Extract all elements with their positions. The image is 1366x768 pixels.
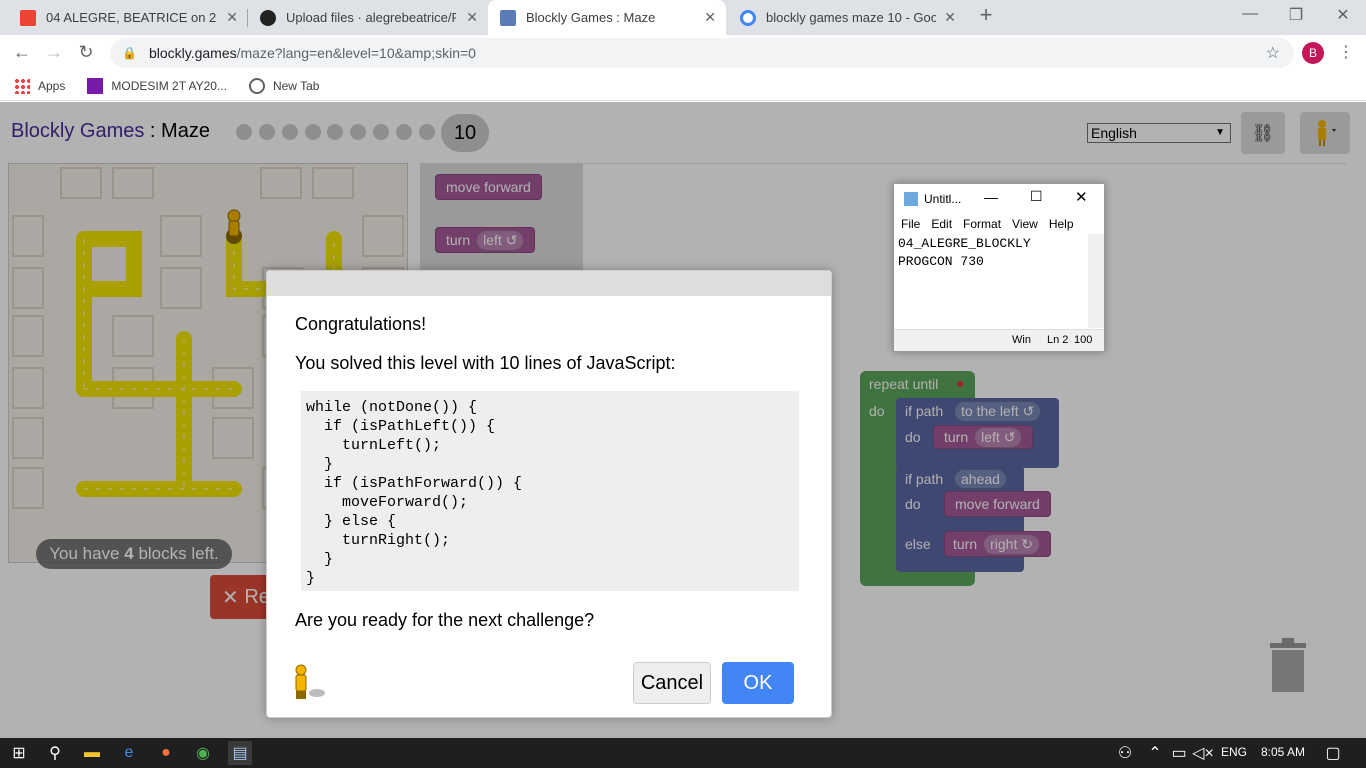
notepad-titlebar[interactable]: Untitl... — ☐ ✕ [894, 184, 1104, 214]
notepad-icon [904, 192, 918, 206]
code-line: if (isPathLeft()) { [306, 418, 496, 435]
congratulations-dialog: Congratulations! You solved this level w… [266, 270, 832, 718]
close-icon[interactable]: ✕ [944, 9, 956, 26]
url-path: /maze?lang=en&level=10&amp;skin=0 [236, 45, 476, 61]
minimize-icon[interactable]: — [1227, 5, 1273, 23]
close-window-icon[interactable]: ✕ [1320, 5, 1366, 25]
apps-grid-icon [14, 77, 30, 94]
ok-button[interactable]: OK [722, 662, 794, 704]
tab-canvas[interactable]: 04 ALEGRE, BEATRICE on 2019T2 ✕ [8, 0, 248, 35]
blockly-icon [500, 9, 516, 26]
congrats-text: Congratulations! [295, 314, 427, 334]
close-icon[interactable]: ✕ [466, 9, 478, 26]
notepad-menubar: File Edit Format View Help [894, 214, 1104, 234]
canvas-icon [20, 9, 36, 26]
code-line: turnLeft(); [306, 437, 442, 454]
cancel-button[interactable]: Cancel [633, 662, 711, 704]
bookmark-label: Apps [38, 78, 66, 93]
notepad-statusbar: Win Ln 2 100 [894, 329, 1104, 351]
code-line: if (isPathForward()) { [306, 475, 523, 492]
menu-help[interactable]: Help [1049, 217, 1074, 231]
github-icon [260, 9, 276, 26]
bookmark-modesim[interactable]: MODESIM 2T AY20... [87, 77, 227, 94]
tab-github[interactable]: Upload files · alegrebeatrice/PRO ✕ [248, 0, 488, 35]
close-icon[interactable]: ✕ [1075, 188, 1088, 206]
code-line: } [306, 551, 334, 568]
tab-strip: 04 ALEGRE, BEATRICE on 2019T2 ✕ Upload f… [0, 0, 1366, 35]
pegman-icon [295, 664, 325, 699]
bookmark-label: New Tab [272, 78, 320, 93]
code-line: turnRight(); [306, 532, 451, 549]
menu-format[interactable]: Format [963, 217, 1001, 231]
forward-icon[interactable]: → [42, 42, 66, 63]
tab-title: blockly games maze 10 - Google [766, 10, 936, 25]
star-icon[interactable]: ☆ [1266, 43, 1280, 63]
tab-title: 04 ALEGRE, BEATRICE on 2019T2 [46, 10, 216, 25]
code-line: } [306, 570, 316, 587]
chrome-icon[interactable]: ◉ [191, 741, 215, 765]
tab-google[interactable]: blockly games maze 10 - Google ✕ [728, 0, 966, 35]
search-icon[interactable]: ⚲ [43, 741, 67, 765]
profile-avatar[interactable]: B [1302, 42, 1324, 64]
solution-code: while (notDone()) { if (isPathLeft()) { … [301, 391, 799, 591]
status-position: Ln 2 [1047, 334, 1069, 346]
tab-blockly-active[interactable]: Blockly Games : Maze ✕ [488, 0, 726, 35]
maximize-icon[interactable]: ☐ [1030, 188, 1043, 205]
menu-edit[interactable]: Edit [931, 217, 952, 231]
minimize-icon[interactable]: — [984, 189, 998, 205]
code-line: while (notDone()) { [306, 399, 478, 416]
close-icon[interactable]: ✕ [704, 9, 716, 26]
volume-icon[interactable]: ◁× [1191, 741, 1215, 765]
notepad-taskbar-icon[interactable]: ▤ [228, 741, 252, 765]
code-line: } [306, 456, 334, 473]
notepad-title: Untitl... [924, 192, 962, 206]
bookmark-newtab[interactable]: New Tab [248, 77, 320, 94]
people-icon[interactable]: ⚇ [1113, 741, 1137, 765]
file-explorer-icon[interactable]: ▬ [80, 741, 104, 765]
new-tab-button[interactable]: + [963, 2, 1009, 28]
bookmark-label: MODESIM 2T AY20... [111, 78, 227, 93]
url-host: blockly.games [148, 45, 237, 61]
notepad-window: Untitl... — ☐ ✕ File Edit Format View He… [893, 183, 1105, 352]
tab-title: Upload files · alegrebeatrice/PRO [286, 10, 456, 25]
menu-icon[interactable]: ⋮ [1338, 42, 1354, 62]
taskbar: ⊞ ⚲ ▬ e ● ◉ ▤ ⚇ ⌃ ▭ ◁× ENG 8:05 AM ▢ [0, 738, 1366, 768]
status-encoding: Win [1012, 334, 1031, 346]
code-line: moveForward(); [306, 494, 469, 511]
restore-icon[interactable]: ❐ [1273, 5, 1319, 25]
chevron-up-icon[interactable]: ⌃ [1143, 741, 1167, 765]
clock[interactable]: 8:05 AM [1261, 745, 1305, 759]
notifications-icon[interactable]: ▢ [1321, 741, 1345, 765]
next-challenge-text: Are you ready for the next challenge? [295, 610, 595, 630]
notepad-scrollbar[interactable] [1088, 234, 1104, 328]
network-icon[interactable]: ▭ [1167, 741, 1191, 765]
menu-file[interactable]: File [901, 217, 920, 231]
status-zoom: 100 [1074, 334, 1093, 346]
menu-view[interactable]: View [1012, 217, 1038, 231]
bookmarks-bar: Apps MODESIM 2T AY20... New Tab [0, 71, 1366, 101]
firefox-icon[interactable]: ● [154, 741, 178, 765]
notepad-textarea[interactable]: 04_ALEGRE_BLOCKLY PROGCON 730 [894, 234, 1088, 328]
tab-title: Blockly Games : Maze [526, 10, 656, 25]
lock-icon: 🔒 [122, 46, 137, 60]
input-language[interactable]: ENG [1221, 745, 1247, 759]
bookmark-apps[interactable]: Apps [14, 77, 66, 94]
dialog-header [267, 271, 831, 296]
back-icon[interactable]: ← [10, 42, 34, 63]
google-icon [740, 9, 756, 26]
solved-text: You solved this level with 10 lines of J… [295, 353, 676, 373]
edge-icon[interactable]: e [117, 741, 141, 765]
onenote-icon [87, 77, 104, 94]
code-line: } else { [306, 513, 397, 530]
reload-icon[interactable]: ↻ [74, 42, 98, 63]
globe-icon [248, 77, 265, 94]
browser-toolbar: ← → ↻ 🔒 blockly.games/maze?lang=en&level… [0, 35, 1366, 71]
windows-start-icon[interactable]: ⊞ [7, 741, 31, 765]
close-icon[interactable]: ✕ [226, 9, 238, 26]
address-bar[interactable]: 🔒 blockly.games/maze?lang=en&level=10&am… [110, 38, 1294, 68]
